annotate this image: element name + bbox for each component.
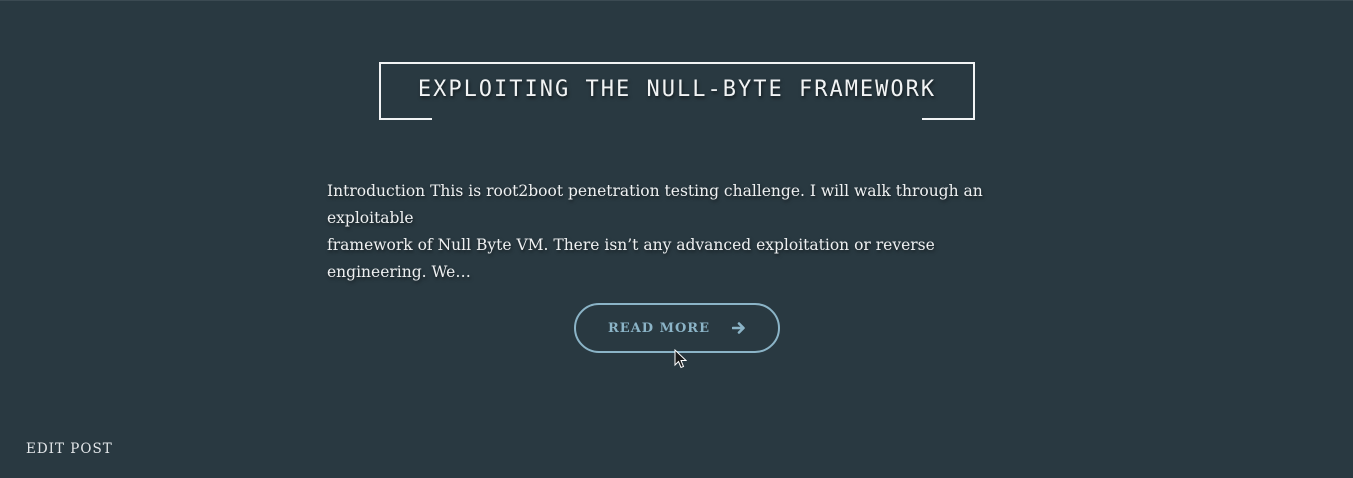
- post-excerpt-line: Introduction This is root2boot penetrati…: [327, 182, 983, 227]
- post-title[interactable]: EXPLOITING THE NULL-BYTE FRAMEWORK: [381, 77, 973, 102]
- read-more-label: READ MORE: [607, 320, 711, 336]
- mouse-cursor-icon: [674, 348, 688, 369]
- title-box-bottom-left-edge: [379, 118, 432, 120]
- top-divider: [0, 0, 1353, 1]
- post-excerpt-line: framework of Null Byte VM. There isn’t a…: [327, 236, 935, 281]
- post-title-box: EXPLOITING THE NULL-BYTE FRAMEWORK: [379, 62, 975, 120]
- post-excerpt: Introduction This is root2boot penetrati…: [327, 178, 1037, 286]
- arrow-right-icon: [731, 321, 746, 335]
- read-more-button[interactable]: READ MORE: [574, 303, 780, 353]
- title-box-bottom-right-edge: [922, 118, 975, 120]
- edit-post-link[interactable]: EDIT POST: [26, 441, 113, 457]
